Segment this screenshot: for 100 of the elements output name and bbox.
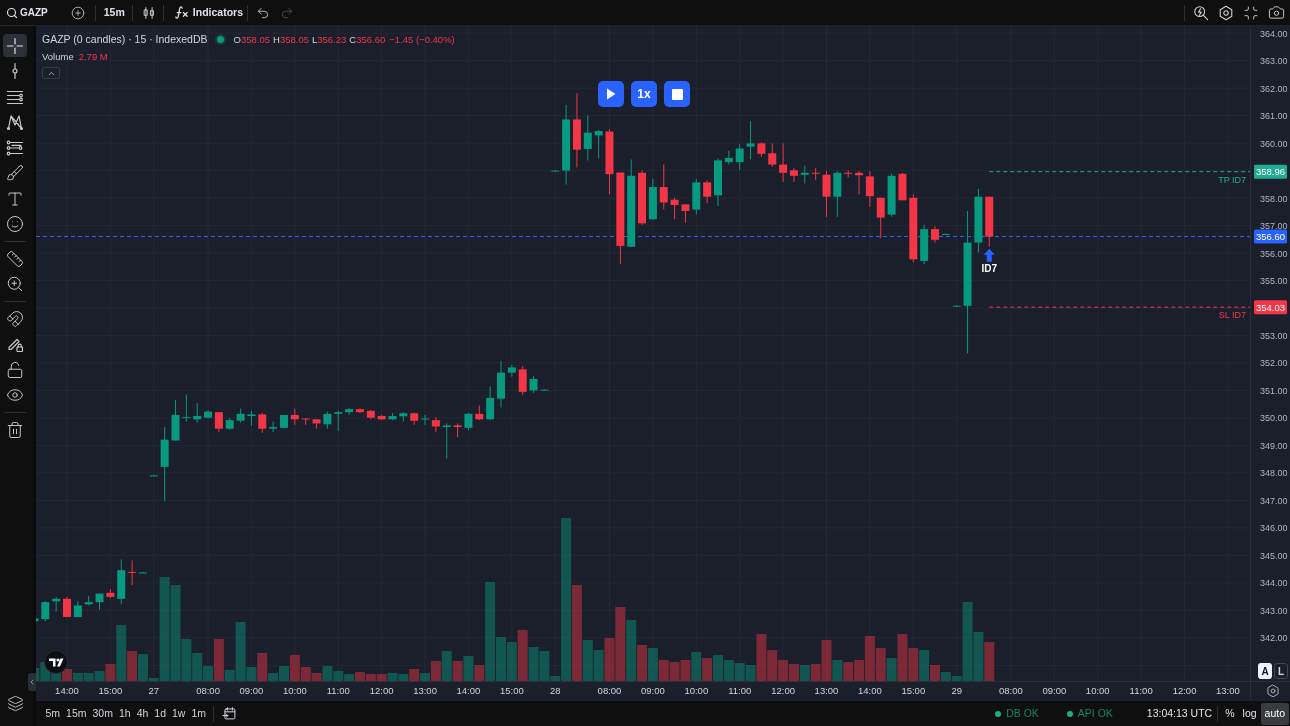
candle	[551, 169, 560, 172]
candle	[410, 412, 419, 426]
interval-button[interactable]: 15m	[103, 4, 125, 21]
settings-icon[interactable]	[1218, 4, 1234, 21]
indicators-button[interactable]: Indicators	[173, 4, 243, 21]
price-label: 350.00	[1260, 413, 1288, 424]
price-label: 358.00	[1260, 193, 1288, 204]
time-label: 10:00	[282, 684, 307, 696]
time-label: 11:00	[326, 684, 350, 696]
candle	[171, 399, 180, 441]
price-label: 342.00	[1260, 633, 1288, 644]
candles-icon[interactable]	[141, 5, 156, 20]
minimize-icon[interactable]	[1243, 4, 1259, 21]
timeframe-button[interactable]: 1h	[116, 703, 134, 724]
timeframe-button[interactable]: 1w	[169, 703, 188, 724]
play-icon	[606, 88, 616, 100]
candle	[659, 164, 668, 210]
ohlc-value: 356.23	[317, 32, 347, 47]
ohlc-value: 358.05	[279, 32, 309, 47]
candle	[974, 188, 983, 253]
candle	[529, 375, 538, 394]
add-icon[interactable]	[70, 5, 85, 20]
ohlc-value: 356.60	[356, 32, 386, 47]
text-icon	[6, 189, 24, 208]
price-label: 363.00	[1260, 56, 1288, 67]
camera-icon[interactable]	[1268, 4, 1285, 21]
time-label: 10:00	[1085, 684, 1110, 696]
price-tag: 354.03	[1254, 300, 1287, 315]
candle	[931, 225, 939, 244]
search-icon	[6, 6, 18, 19]
price-label: 361.00	[1260, 111, 1288, 122]
stop-icon	[671, 88, 683, 100]
candle	[724, 150, 733, 166]
candle	[811, 167, 820, 181]
price-label: 360.00	[1260, 138, 1288, 149]
time-label: 14:00	[55, 684, 79, 696]
candle	[681, 203, 690, 224]
layers-icon[interactable]	[6, 695, 24, 712]
price-label: 352.00	[1260, 358, 1288, 369]
time-label: 15:00	[98, 684, 123, 696]
scale-mode-button[interactable]: auto	[1260, 702, 1289, 725]
candle	[692, 178, 701, 216]
collapse-handle[interactable]	[28, 673, 36, 691]
timeframe-button[interactable]: 4h	[134, 703, 151, 724]
open-lock-icon	[6, 360, 24, 379]
magnifier-bolt-icon[interactable]	[1193, 4, 1209, 21]
candle	[605, 128, 614, 195]
play-button[interactable]	[598, 81, 624, 107]
candle	[247, 410, 256, 427]
price-label: 347.00	[1260, 495, 1288, 506]
calendar-arrow-icon[interactable]	[221, 706, 237, 721]
symbol-search-button[interactable]: GAZP	[6, 5, 48, 20]
price-label: 343.00	[1260, 605, 1288, 616]
candle	[746, 120, 755, 160]
arrow-marker	[983, 248, 995, 262]
timeframe-button[interactable]: 1m	[188, 703, 209, 724]
stop-button[interactable]	[664, 81, 690, 107]
scale-mode-button[interactable]: %	[1221, 702, 1239, 725]
scale-mode-button[interactable]: log	[1238, 702, 1261, 725]
price-label: 346.00	[1260, 523, 1288, 534]
candle	[366, 409, 375, 420]
magnet-icon	[6, 309, 24, 328]
candle	[952, 304, 961, 307]
price-label: 357.00	[1260, 221, 1288, 232]
tool-button[interactable]	[3, 34, 27, 58]
candle	[583, 115, 592, 161]
time-label: 12:00	[771, 684, 795, 696]
candle	[920, 224, 929, 265]
settings-icon[interactable]	[1266, 684, 1280, 698]
time-label: 28	[549, 684, 561, 696]
candle	[648, 178, 657, 221]
candle	[290, 408, 299, 426]
status-text: DB OK	[1006, 705, 1039, 721]
timeframe-button[interactable]: 5m	[43, 703, 63, 724]
candle	[800, 165, 809, 184]
candle	[486, 385, 495, 421]
time-label: 11:00	[728, 684, 752, 696]
scale-toggle[interactable]: L	[1274, 663, 1288, 679]
chevron-left-icon	[28, 678, 36, 686]
clock-text: 13:04:13 UTC	[1146, 705, 1213, 721]
candle	[887, 173, 896, 218]
candle	[876, 197, 885, 239]
candle	[236, 408, 245, 424]
price-label: 355.00	[1260, 276, 1288, 286]
trash-icon	[6, 420, 24, 439]
scale-toggle[interactable]: A	[1258, 663, 1272, 679]
timeframe-button[interactable]: 1d	[151, 703, 169, 724]
speed-button[interactable]: 1x	[631, 81, 657, 107]
marker-label: ID7	[981, 262, 998, 274]
collapse-legend-button[interactable]	[42, 67, 60, 79]
ohlc-key: C	[349, 32, 357, 47]
legend-title: GAZP (0 candles) · 15 · IndexedDB	[42, 32, 208, 47]
time-label: 08:00	[999, 684, 1023, 696]
timeframe-button[interactable]: 15m	[63, 703, 90, 724]
candle	[822, 170, 831, 218]
undo-icon[interactable]	[256, 5, 270, 20]
candle	[388, 412, 397, 421]
timeframe-button[interactable]: 30m	[90, 703, 116, 724]
time-label: 09:00	[1042, 684, 1067, 696]
candle	[638, 169, 647, 226]
